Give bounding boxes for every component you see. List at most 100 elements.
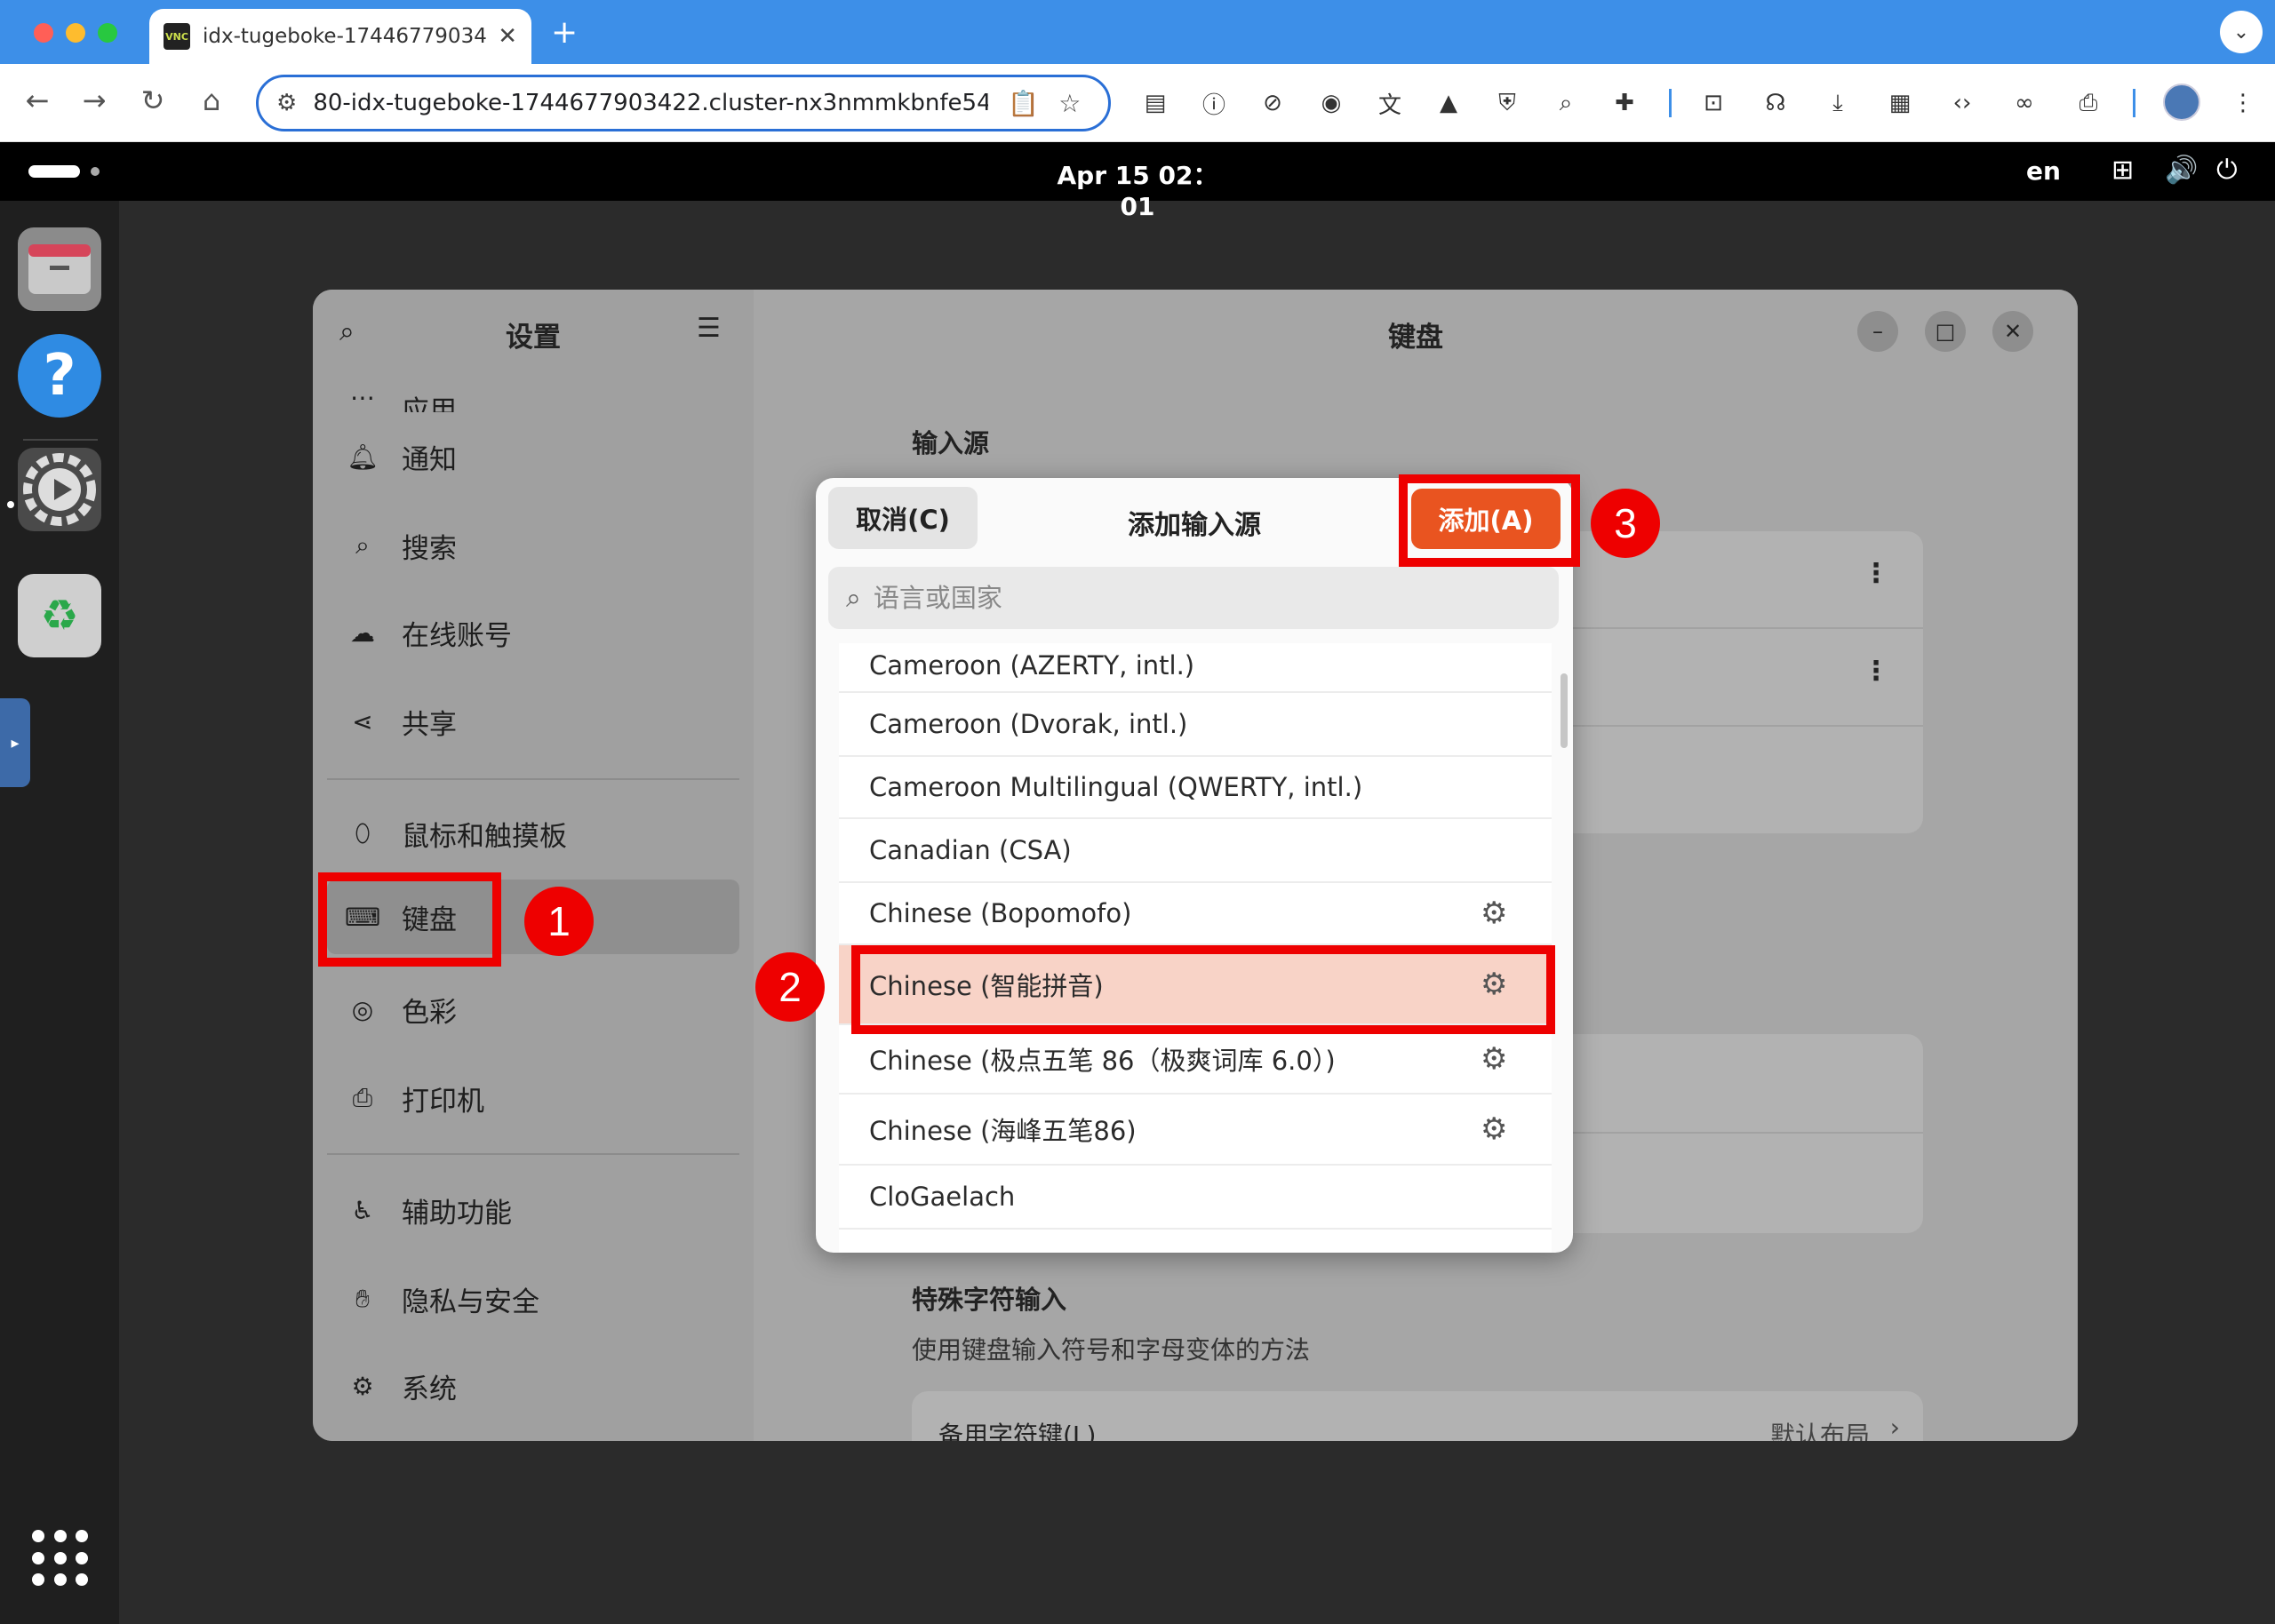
list-item[interactable]: Cameroon (Dvorak, intl.) <box>839 693 1552 757</box>
input-sources-heading: 输入源 <box>912 428 990 458</box>
tab-search-chevron-icon[interactable]: ⌄ <box>2220 11 2263 53</box>
new-tab-button[interactable]: + <box>551 14 578 51</box>
ip-icon[interactable]: ⌕ <box>1548 85 1584 121</box>
maximize-window-button[interactable] <box>98 23 117 43</box>
search-icon: ⌕ <box>355 530 370 560</box>
password-manager-icon[interactable]: ⓘ <box>1196 85 1232 121</box>
site-settings-icon[interactable]: ⚙ <box>276 90 297 116</box>
sidebar-item-search[interactable]: ⌕ 搜索 <box>327 508 739 583</box>
translate-icon[interactable]: 文 <box>1372 85 1408 121</box>
screenshot-icon[interactable]: ⊡ <box>1696 85 1731 121</box>
cancel-button[interactable]: 取消(C) <box>828 487 978 549</box>
download-icon[interactable]: ⤓ <box>1820 85 1856 121</box>
address-bar[interactable]: ⚙ 80-idx-tugeboke-1744677903422.cluster-… <box>256 75 1111 131</box>
apps-icon: ⋯ <box>350 383 375 412</box>
sidebar-item-label: 共享 <box>402 708 457 741</box>
list-scrollbar[interactable] <box>1561 673 1568 748</box>
reader-icon[interactable]: ▤ <box>1138 85 1173 121</box>
browser-tab[interactable]: VNC idx-tugeboke-1744677903422 ✕ <box>149 9 531 64</box>
highlight-keyboard-item <box>318 872 501 967</box>
list-item-label: CloGaelach <box>869 1182 1016 1212</box>
sidebar-item-sharing[interactable]: ⋖ 共享 <box>327 684 739 759</box>
clock[interactable]: Apr 15 02：01 <box>1049 156 1226 221</box>
list-item[interactable]: Chinese (海峰五笔86) ⚙ <box>839 1095 1552 1166</box>
list-item-label: Cameroon (AZERTY, intl.) <box>869 650 1195 681</box>
sidebar-title: 设置 <box>506 322 561 354</box>
back-button[interactable]: ← <box>18 84 57 117</box>
hamburger-menu-icon[interactable]: ☰ <box>697 313 721 344</box>
list-item[interactable]: Canadian (CSA) <box>839 819 1552 883</box>
clipboard-icon[interactable]: 📋 <box>1008 89 1039 118</box>
list-item[interactable]: CloGaelach <box>839 1166 1552 1230</box>
tab-close-icon[interactable]: ✕ <box>498 23 517 50</box>
alt-chars-row[interactable]: 备用字符键(L) 默认布局 › <box>912 1391 1923 1441</box>
settings-app-icon[interactable] <box>18 448 101 531</box>
sidebar-item-notifications[interactable]: 🔔︎ 通知 <box>327 419 739 494</box>
settings-gear-icon[interactable]: ⚙ <box>1481 1111 1507 1147</box>
list-item[interactable]: Cameroon (AZERTY, intl.) <box>839 643 1552 693</box>
home-button[interactable]: ⌂ <box>192 84 231 117</box>
devtools-icon[interactable]: ‹› <box>1944 85 1980 121</box>
drive-icon[interactable]: ▲ <box>1431 85 1466 121</box>
minimize-icon[interactable]: – <box>1857 311 1898 352</box>
input-language-indicator[interactable]: en <box>2026 156 2061 186</box>
settings-gear-icon[interactable]: ⚙ <box>1481 896 1507 931</box>
list-item[interactable]: Chinese (极点五笔 86（极爽词库 6.0）) ⚙ <box>839 1025 1552 1095</box>
spy-icon[interactable]: ☊ <box>1758 85 1793 121</box>
help-app-icon[interactable]: ? <box>18 334 101 418</box>
trash-icon[interactable]: ♻ <box>18 574 101 657</box>
close-window-button[interactable] <box>34 23 53 43</box>
power-icon[interactable]: ⏻ <box>2216 155 2238 186</box>
maximize-icon[interactable]: □ <box>1925 311 1966 352</box>
volume-icon[interactable]: 🔊 <box>2165 155 2198 186</box>
sidebar-item-label: 打印机 <box>402 1085 484 1118</box>
hand-icon: ✋︎ <box>355 1284 370 1313</box>
shield-icon[interactable]: ⛨ <box>1489 85 1525 121</box>
vnc-side-panel-handle[interactable]: ▸ <box>0 698 30 787</box>
language-search-input[interactable] <box>873 583 1531 613</box>
sidebar-item-accessibility[interactable]: ♿︎ 辅助功能 <box>327 1173 739 1247</box>
show-apps-grid-icon[interactable] <box>32 1530 89 1587</box>
list-item-label: Chinese (Bopomofo) <box>869 898 1132 928</box>
extensions-icon[interactable]: ✚ <box>1607 85 1642 121</box>
profile-avatar[interactable] <box>2163 84 2200 121</box>
network-icon[interactable]: ⊞ <box>2111 155 2134 186</box>
qr-code-icon[interactable]: ▦ <box>1882 85 1918 121</box>
sidebar-item-system[interactable]: ⚙ 系统 <box>327 1349 739 1423</box>
language-search-field[interactable]: ⌕ <box>828 567 1559 629</box>
incognito-icon[interactable]: ◉ <box>1313 85 1349 121</box>
bell-icon: 🔔︎ <box>347 442 379 472</box>
block-icon[interactable]: ⊘ <box>1255 85 1290 121</box>
sidebar-item-apps[interactable]: ⋯ 应用 <box>327 373 739 412</box>
reload-button[interactable]: ↻ <box>133 84 172 117</box>
sidebar-item-mouse[interactable]: ⬯ 鼠标和触摸板 <box>327 796 739 871</box>
browser-toolbar: ← → ↻ ⌂ ⚙ 80-idx-tugeboke-1744677903422.… <box>0 64 2275 142</box>
list-item[interactable]: Chinese (Bopomofo) ⚙ <box>839 883 1552 945</box>
list-item[interactable]: Cameroon Multilingual (QWERTY, intl.) <box>839 757 1552 819</box>
link-icon[interactable]: ∞ <box>2007 85 2042 121</box>
minimize-window-button[interactable] <box>66 23 85 43</box>
activities-indicator[interactable] <box>28 165 80 178</box>
close-icon[interactable]: ✕ <box>1992 311 2033 352</box>
settings-gear-icon[interactable]: ⚙ <box>1481 1041 1507 1077</box>
sidebar-item-printers[interactable]: ⎙ 打印机 <box>327 1061 739 1135</box>
bookmark-star-icon[interactable]: ☆ <box>1058 89 1081 118</box>
more-options-icon[interactable]: ⋮ <box>1863 656 1889 687</box>
list-item-label: Chinese (海峰五笔86) <box>869 1116 1137 1146</box>
list-item-label: Cameroon Multilingual (QWERTY, intl.) <box>869 772 1363 802</box>
browser-menu-icon[interactable]: ⋮ <box>2225 85 2261 121</box>
forward-button[interactable]: → <box>75 84 114 117</box>
print-icon[interactable]: ⎙ <box>2071 85 2106 121</box>
printer-icon: ⎙ <box>352 1083 373 1112</box>
dock-separator <box>23 439 98 441</box>
cloud-icon: ☁ <box>350 617 375 648</box>
url-text[interactable]: 80-idx-tugeboke-1744677903422.cluster-nx… <box>313 90 988 116</box>
sidebar-header: ⌕ 设置 ☰ <box>313 290 754 375</box>
sidebar-item-privacy[interactable]: ✋︎ 隐私与安全 <box>327 1262 739 1336</box>
more-options-icon[interactable]: ⋮ <box>1863 558 1889 589</box>
sidebar-item-online-accounts[interactable]: ☁ 在线账号 <box>327 595 739 670</box>
sidebar-item-color[interactable]: ◎ 色彩 <box>327 972 739 1047</box>
share-icon: ⋖ <box>352 706 373 736</box>
files-app-icon[interactable] <box>18 227 101 311</box>
accessibility-icon: ♿︎ <box>351 1195 374 1225</box>
